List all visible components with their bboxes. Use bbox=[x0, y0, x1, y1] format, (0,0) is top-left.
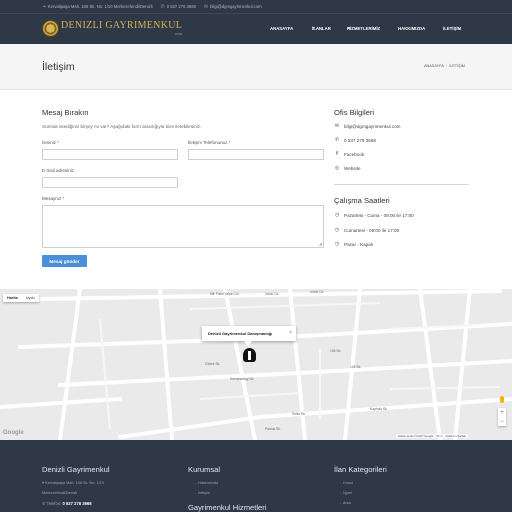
close-icon[interactable]: × bbox=[289, 330, 292, 336]
message-label: Mesajınız * bbox=[42, 196, 65, 201]
road-label: Pamuk Sk. bbox=[265, 427, 281, 431]
footer-link-konut[interactable]: Konut bbox=[340, 481, 353, 485]
top-bar: ⌖ Kervalipaşa Mah. 106 Sk. No: 1/10 Merke… bbox=[0, 0, 512, 13]
nav-menu: ANASAYFA İLANLAR ▾ HİZMETLERİMİZ ▾ HAKKIMI… bbox=[270, 26, 462, 31]
nav-item-anasayfa[interactable]: ANASAYFA bbox=[270, 26, 293, 31]
breadcrumb-home[interactable]: ANASAYFA bbox=[424, 64, 444, 68]
map-terms-link[interactable]: Kullanım Şartları bbox=[446, 434, 467, 438]
facebook-icon: f bbox=[336, 151, 338, 157]
map-pin-icon: ⌖ bbox=[43, 3, 46, 10]
main-navbar: DENIZLI GAYRIMENKUL DGM ANASAYFA İLANLAR… bbox=[0, 13, 512, 44]
name-field[interactable] bbox=[42, 149, 178, 160]
topbar-email[interactable]: ✉ bilgi@dgmgayrimenkul.com bbox=[204, 4, 262, 10]
footer-link-arsa[interactable]: Arsa bbox=[340, 501, 351, 505]
email-label: E-mail adresiniz bbox=[42, 168, 75, 173]
sidebar-divider bbox=[334, 184, 469, 185]
footer-address-line2: Merkezefendi/Denizli bbox=[42, 491, 78, 495]
submit-message-button[interactable]: Mesaj gönder bbox=[42, 255, 87, 267]
footer-link-hakkimizda[interactable]: Hakkımızda bbox=[195, 481, 218, 485]
map-info-title: Denizli Gayrimenkul Danışmanlığı bbox=[208, 331, 273, 336]
chevron-down-icon: ▾ bbox=[348, 26, 350, 30]
office-email[interactable]: ✉ bilgi@dgmgayrimenkul.com bbox=[334, 123, 401, 129]
form-title: Mesaj Bırakın bbox=[42, 108, 89, 117]
map-marker-icon[interactable] bbox=[243, 348, 256, 362]
chevron-down-icon: ▾ bbox=[313, 26, 315, 30]
road-label: Kervansaray Sk. bbox=[230, 377, 255, 381]
location-map[interactable]: Mil. Fahri Yalçın Cd. İnönü Cd. İnönü Cd… bbox=[0, 289, 512, 440]
phone-icon: ✆ bbox=[160, 3, 165, 10]
form-description: Sormak istediğiniz birşey mi var? Aşağıd… bbox=[42, 124, 202, 129]
topbar-phone[interactable]: ✆ 0 537 278 3668 bbox=[161, 4, 196, 10]
map-attribution: Harita verileri ©2017 Google 50 m Kullan… bbox=[396, 434, 469, 438]
working-hours-title: Çalışma Saatleri bbox=[334, 196, 390, 205]
globe-icon: ◎ bbox=[334, 165, 340, 171]
office-website[interactable]: ◎ Website bbox=[334, 165, 361, 171]
office-facebook[interactable]: f Facebook bbox=[334, 151, 364, 157]
map-roads bbox=[0, 289, 512, 440]
info-window-tail bbox=[244, 341, 252, 346]
breadcrumb-separator-icon: › bbox=[445, 64, 448, 68]
road-label: Selim Sk. bbox=[292, 412, 306, 416]
footer-services-title: Gayrimenkul Hizmetleri bbox=[188, 503, 267, 512]
hours-sunday: ◷ Pazar - Kapalı bbox=[334, 241, 374, 247]
map-zoom-control: + − bbox=[498, 408, 506, 426]
hours-saturday: ◷ Cumartesi - 09:00 ile 17:00 bbox=[334, 227, 400, 233]
zoom-in-button[interactable]: + bbox=[500, 410, 504, 416]
resize-grip-icon[interactable]: ◢ bbox=[319, 242, 322, 246]
clock-icon: ◷ bbox=[334, 227, 340, 233]
nav-item-hakkimizda[interactable]: HAKKIMIZDA bbox=[398, 26, 425, 31]
footer-link-isyeri[interactable]: İşyeri bbox=[340, 491, 352, 495]
message-textarea[interactable]: ◢ bbox=[42, 205, 324, 248]
phone-field[interactable] bbox=[188, 149, 324, 160]
phone-icon: ✆ bbox=[334, 137, 340, 143]
footer-phone[interactable]: ✆ Telefon: 0 537 278 3668 bbox=[42, 501, 92, 506]
breadcrumb-current: İLETİŞİM bbox=[449, 64, 465, 68]
clock-icon: ◷ bbox=[334, 241, 340, 247]
road-label: İnönü Cd. bbox=[265, 292, 280, 296]
road-label: Kaymak Sk. bbox=[370, 407, 388, 411]
road-label: İnönü Cd. bbox=[310, 290, 325, 294]
google-logo[interactable]: Google bbox=[3, 430, 24, 436]
footer-corporate-title: Kurumsal bbox=[188, 465, 221, 474]
footer-categories-title: İlan Kategorileri bbox=[334, 465, 387, 474]
map-info-window: Denizli Gayrimenkul Danışmanlığı × bbox=[202, 326, 296, 341]
page-title: İletişim bbox=[42, 61, 75, 73]
name-label: İsminiz * bbox=[42, 140, 60, 145]
map-type-satellite-button[interactable]: Uydu bbox=[22, 294, 39, 302]
nav-item-iletisim[interactable]: İLETİŞİM bbox=[443, 26, 461, 31]
hours-weekdays: ◷ Pazartesi - Cuma - 09:00 ile 17:00 bbox=[334, 212, 414, 218]
office-phone[interactable]: ✆ 0 537 278 3668 bbox=[334, 137, 376, 143]
map-type-control: Harita Uydu bbox=[3, 294, 39, 302]
envelope-icon: ✉ bbox=[203, 3, 209, 10]
envelope-icon: ✉ bbox=[334, 123, 340, 129]
footer-link-iletisim[interactable]: İletişim bbox=[195, 491, 210, 495]
phone-label: İletişim Telefonunuz * bbox=[188, 140, 231, 145]
breadcrumb: ANASAYFA › İLETİŞİM bbox=[424, 64, 465, 68]
footer-address-line1: ⌖ Kervalipaşa Mah. 106 Sk. No: 1/10 bbox=[42, 481, 104, 485]
map-type-map-button[interactable]: Harita bbox=[3, 294, 22, 302]
footer-company-title: Denizli Gayrimenkul bbox=[42, 465, 110, 474]
road-label: Mil. Fahri Yalçın Cd. bbox=[210, 292, 240, 296]
office-info-title: Ofis Bilgileri bbox=[334, 108, 375, 117]
road-label: Özbek Sk. bbox=[205, 362, 221, 366]
zoom-out-button[interactable]: − bbox=[500, 419, 504, 425]
road-label: 106 Sk. bbox=[330, 349, 342, 353]
road-label: 105 Sk. bbox=[350, 365, 362, 369]
clock-icon: ◷ bbox=[334, 212, 340, 218]
street-view-pegman-icon[interactable] bbox=[500, 396, 504, 403]
email-field[interactable] bbox=[42, 177, 178, 188]
topbar-address: ⌖ Kervalipaşa Mah. 106 Sk. No: 1/10 Merke… bbox=[43, 3, 153, 10]
